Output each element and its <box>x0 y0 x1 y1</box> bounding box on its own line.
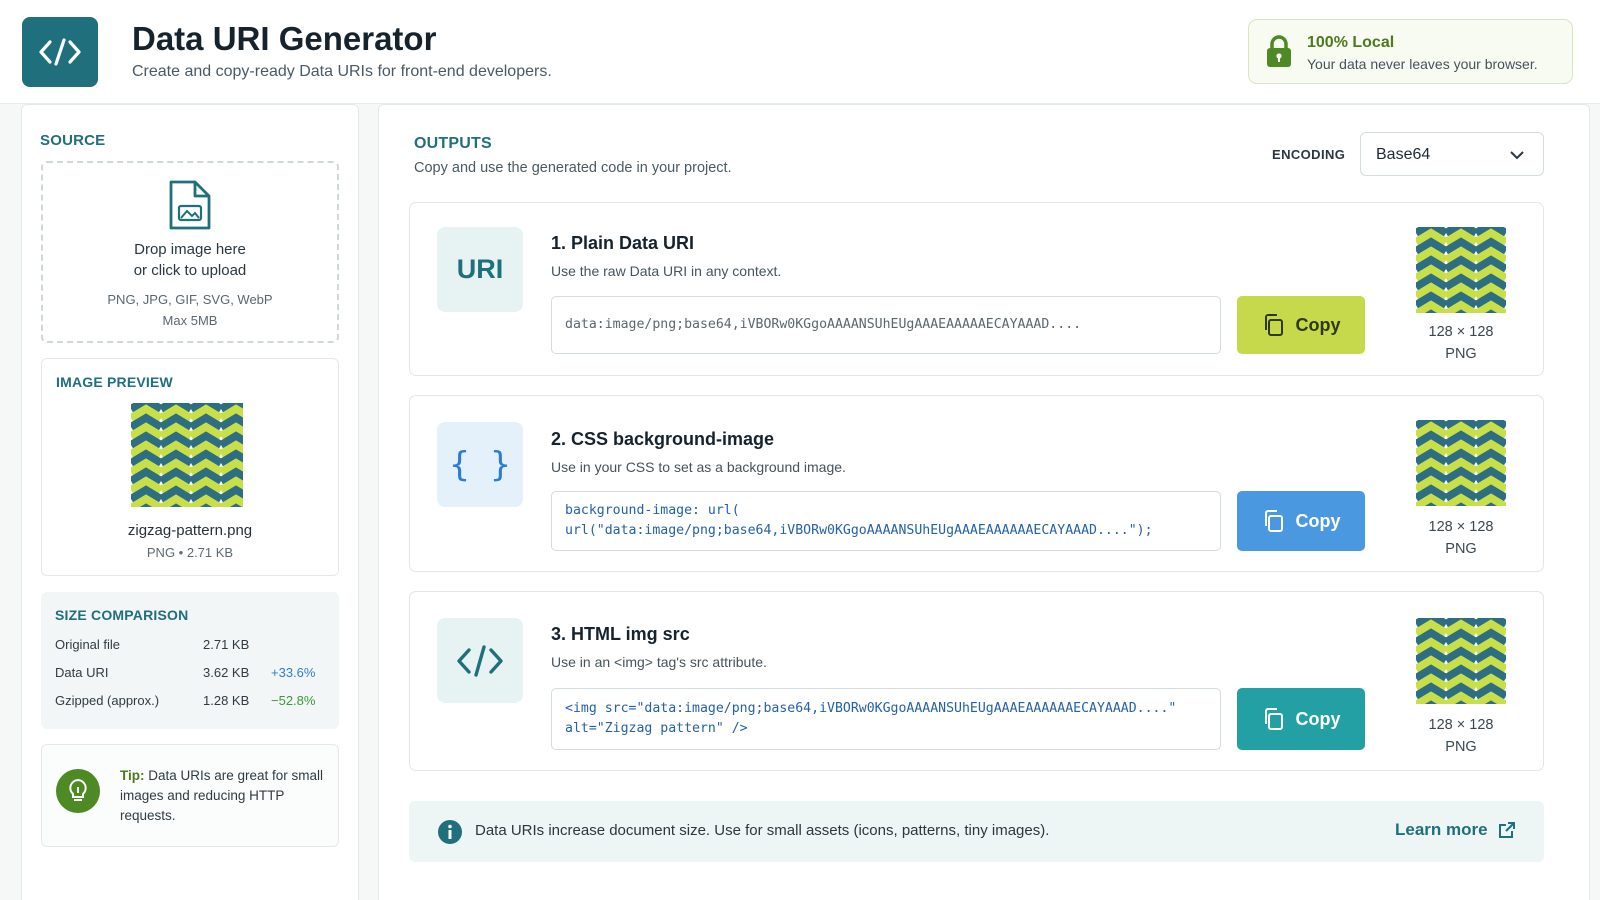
card-title: 3. HTML img src <box>551 624 690 644</box>
code-icon <box>437 618 523 703</box>
chevron-down-icon <box>1509 148 1525 166</box>
card-description: Use the raw Data URI in any context. <box>551 263 782 279</box>
copy-icon <box>1264 708 1283 730</box>
external-link-icon <box>1498 822 1515 838</box>
tip-text: Tip: Data URIs are great for small image… <box>120 766 326 826</box>
card-description: Use in your CSS to set as a background i… <box>551 459 846 475</box>
lock-icon <box>1265 34 1293 73</box>
dropzone-line2: or click to upload <box>133 262 247 279</box>
info-text: Data URIs increase document size. Use fo… <box>475 822 1050 839</box>
copy-button-html[interactable]: Copy <box>1237 688 1365 750</box>
size-row-delta: −52.8% <box>271 693 316 708</box>
page-subtitle: Create and copy-ready Data URIs for fron… <box>132 63 552 80</box>
tip-card: Tip: Data URIs are great for small image… <box>41 744 339 847</box>
size-row-value: 3.62 KB <box>203 665 250 680</box>
copy-button-css[interactable]: Copy <box>1237 491 1365 551</box>
output-thumbnail <box>1416 618 1506 704</box>
code-line: url("data:image/png;base64,iVBORw0KGgoAA… <box>565 523 1153 538</box>
code-output-plain[interactable]: data:image/png;base64,iVBORw0KGgoAAAANSU… <box>551 296 1221 354</box>
size-comparison-card: SIZE COMPARISON Original file 2.71 KB Da… <box>41 592 339 729</box>
copy-label: Copy <box>1295 708 1341 729</box>
preview-image <box>131 403 243 507</box>
local-badge-text: Your data never leaves your browser. <box>1307 56 1538 72</box>
output-thumbnail <box>1416 227 1506 313</box>
local-badge-title: 100% Local <box>1307 34 1395 51</box>
dropzone-line1: Drop image here <box>134 241 246 258</box>
thumbnail-format: PNG <box>1445 541 1477 557</box>
thumbnail-format: PNG <box>1445 739 1477 755</box>
outputs-label: OUTPUTS <box>414 135 492 152</box>
code-line: data:image/png;base64,iVBORw0KGgoAAAANSU… <box>565 317 1082 332</box>
size-row-name: Data URI <box>55 665 109 680</box>
tip-body: Data URIs are great for small images and… <box>120 768 324 823</box>
code-output-css[interactable]: background-image: url( url("data:image/p… <box>551 491 1221 551</box>
size-comparison-label: SIZE COMPARISON <box>55 607 189 623</box>
info-icon <box>437 819 463 850</box>
thumbnail-format: PNG <box>1445 346 1477 362</box>
copy-label: Copy <box>1295 510 1341 531</box>
app-header: Data URI Generator Create and copy-ready… <box>0 0 1600 104</box>
learn-more-link[interactable]: Learn more <box>1395 820 1516 840</box>
copy-icon <box>1264 314 1283 336</box>
preview-label: IMAGE PREVIEW <box>56 374 173 390</box>
size-row-value: 1.28 KB <box>203 693 250 708</box>
copy-icon <box>1264 510 1283 532</box>
upload-dropzone[interactable]: Drop image here or click to upload PNG, … <box>41 161 339 343</box>
code-line: alt="Zigzag pattern" /> <box>565 721 748 736</box>
card-title: 1. Plain Data URI <box>551 233 695 253</box>
page-title: Data URI Generator <box>132 20 437 57</box>
size-row-name: Gzipped (approx.) <box>55 693 160 708</box>
curly-braces-icon: { } <box>437 422 523 507</box>
code-line: <img src="data:image/png;base64,iVBORw0K… <box>565 701 1177 716</box>
code-logo-icon <box>22 17 98 87</box>
code-line: background-image: url( <box>565 503 740 518</box>
card-description: Use in an <img> tag's src attribute. <box>551 654 767 670</box>
size-row-value: 2.71 KB <box>203 637 250 652</box>
info-banner: Data URIs increase document size. Use fo… <box>409 801 1544 862</box>
preview-filename: zigzag-pattern.png <box>127 522 253 539</box>
image-preview-card: IMAGE PREVIEW zigzag-pattern.png PNG • 2… <box>41 358 339 576</box>
encoding-label: ENCODING <box>1272 147 1346 162</box>
preview-filemeta: PNG • 2.71 KB <box>146 545 234 560</box>
lightbulb-icon <box>56 769 100 813</box>
size-row-name: Original file <box>55 637 121 652</box>
outputs-panel: OUTPUTS Copy and use the generated code … <box>378 104 1590 900</box>
output-card-plain-uri: URI 1. Plain Data URI Use the raw Data U… <box>409 202 1544 376</box>
copy-button-plain[interactable]: Copy <box>1237 296 1365 354</box>
source-panel: SOURCE Drop image here or click to uploa… <box>21 104 359 900</box>
image-file-icon <box>167 179 213 236</box>
card-title: 2. CSS background-image <box>551 429 775 449</box>
uri-badge-icon: URI <box>437 227 523 312</box>
thumbnail-dimensions: 128 × 128 <box>1428 519 1494 535</box>
outputs-subtitle: Copy and use the generated code in your … <box>414 160 732 176</box>
encoding-select[interactable]: Base64 <box>1360 132 1544 176</box>
thumbnail-dimensions: 128 × 128 <box>1428 717 1494 733</box>
source-label: SOURCE <box>40 132 106 149</box>
dropzone-formats: PNG, JPG, GIF, SVG, WebP <box>107 292 273 307</box>
size-row-delta: +33.6% <box>271 665 316 680</box>
output-card-html: 3. HTML img src Use in an <img> tag's sr… <box>409 591 1544 771</box>
dropzone-max: Max 5MB <box>162 313 218 328</box>
code-output-html[interactable]: <img src="data:image/png;base64,iVBORw0K… <box>551 688 1221 750</box>
encoding-value: Base64 <box>1376 146 1431 163</box>
tip-prefix: Tip: <box>120 768 145 783</box>
learn-more-label: Learn more <box>1395 820 1488 839</box>
thumbnail-dimensions: 128 × 128 <box>1428 324 1494 340</box>
local-badge: 100% Local Your data never leaves your b… <box>1248 19 1573 84</box>
output-thumbnail <box>1416 420 1506 506</box>
copy-label: Copy <box>1295 314 1341 335</box>
output-card-css: { } 2. CSS background-image Use in your … <box>409 395 1544 572</box>
